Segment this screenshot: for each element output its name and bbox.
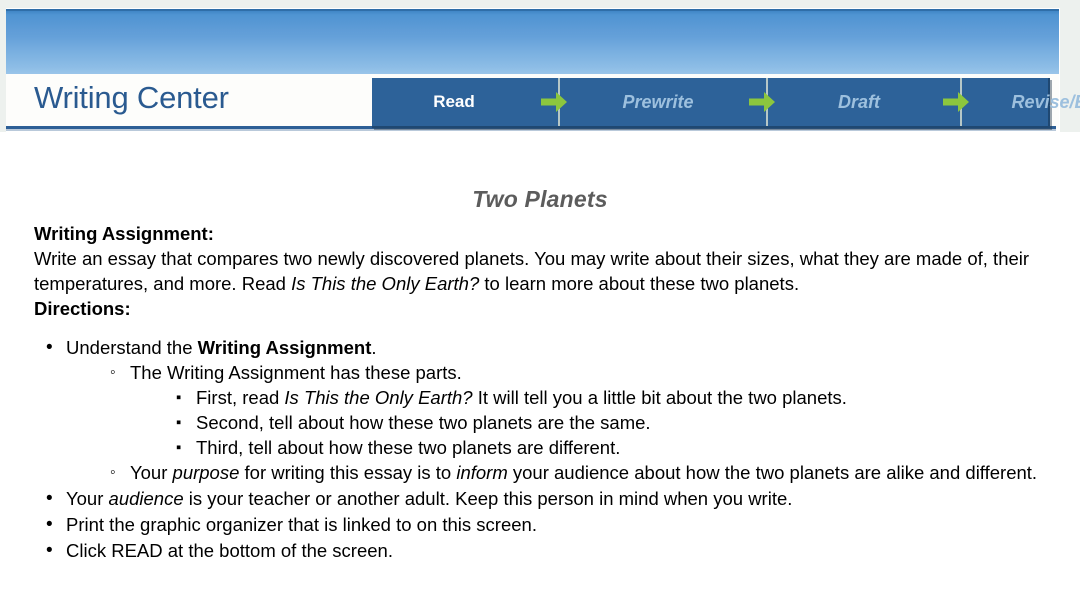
green-right-arrow-icon-2 <box>744 78 780 126</box>
audience-text-b: is your teacher or another adult. Keep t… <box>183 488 793 509</box>
purpose-text-c: your audience about how the two planets … <box>507 462 1038 483</box>
tab-prewrite-label: Prewrite <box>622 91 694 112</box>
assignment-reading-title: Is This the Only Earth? <box>291 273 480 294</box>
directions-list: Understand the Writing Assignment. The W… <box>0 335 1080 563</box>
top-banner <box>6 9 1059 75</box>
bullet-1-text-b: . <box>371 337 377 358</box>
step-first: First, read Is This the Only Earth? It w… <box>196 387 847 408</box>
header-underline-soft <box>6 129 1056 131</box>
step-first-text-b: It will tell you a little bit about the … <box>472 387 847 408</box>
list-item: Third, tell about how these two planets … <box>196 435 1040 460</box>
tab-prewrite[interactable]: Prewrite <box>572 78 744 126</box>
tab-read-label: Read <box>433 92 475 111</box>
assignment-text-part2: to learn more about these two planets. <box>479 273 800 294</box>
bullet-click-read: Click READ at the bottom of the screen. <box>66 540 393 561</box>
purpose-italic-word: purpose <box>172 462 240 483</box>
list-item: Second, tell about how these two planets… <box>196 410 1040 435</box>
audience-text-a: Your <box>66 488 109 509</box>
bullet-print-organizer: Print the graphic organizer that is link… <box>66 514 537 535</box>
step-first-text-a: First, read <box>196 387 285 408</box>
step-first-reading-title: Is This the Only Earth? <box>284 387 473 408</box>
bullet-audience: Your audience is your teacher or another… <box>66 488 792 509</box>
list-item: Print the graphic organizer that is link… <box>66 512 1040 537</box>
bullet-1-bold: Writing Assignment <box>197 337 372 358</box>
tab-draft[interactable]: Draft <box>780 78 938 126</box>
list-item: First, read Is This the Only Earth? It w… <box>196 385 1040 410</box>
inform-italic-word: inform <box>456 462 508 483</box>
tab-revise-edit-label: Revise/Edit <box>1011 91 1080 112</box>
assignment-block: Writing Assignment: Write an essay that … <box>0 221 1080 321</box>
directions-label: Directions: <box>34 296 1040 321</box>
sub-list-level2: The Writing Assignment has these parts. … <box>66 360 1040 485</box>
lesson-content: Two Planets Writing Assignment: Write an… <box>0 132 1080 615</box>
bullet-understand-assignment: Understand the Writing Assignment. <box>66 337 377 358</box>
writing-center-app: Writing Center Read Prewrite Draft Revis… <box>0 0 1080 615</box>
bullet-1-text-a: Understand the <box>66 337 198 358</box>
assignment-label: Writing Assignment: <box>34 221 1040 246</box>
step-second: Second, tell about how these two planets… <box>196 412 651 433</box>
directions-label-text: Directions: <box>34 298 131 319</box>
green-right-arrow-icon-3 <box>938 78 974 126</box>
sub-bullet-parts: The Writing Assignment has these parts. <box>130 360 1040 385</box>
tab-read[interactable]: Read <box>372 78 536 126</box>
list-item: Understand the Writing Assignment. The W… <box>66 335 1040 485</box>
list-item: Your purpose for writing this essay is t… <box>130 460 1040 485</box>
sub-bullet-purpose: Your purpose for writing this essay is t… <box>130 460 1040 485</box>
list-item: Click READ at the bottom of the screen. <box>66 538 1040 563</box>
site-brand-title: Writing Center <box>34 80 229 115</box>
assignment-paragraph: Write an essay that compares two newly d… <box>34 246 1040 296</box>
green-right-arrow-icon-1 <box>536 78 572 126</box>
list-item: Your audience is your teacher or another… <box>66 486 1040 511</box>
step-third: Third, tell about how these two planets … <box>196 437 620 458</box>
workflow-nav: Read Prewrite Draft Revise/ <box>372 78 1080 128</box>
banner-sheen <box>6 11 1059 37</box>
tab-draft-label: Draft <box>837 91 880 112</box>
assignment-label-text: Writing Assignment: <box>34 223 214 244</box>
tab-revise-edit[interactable]: Revise/Edit <box>974 78 1080 126</box>
page-title: Two Planets <box>472 186 608 212</box>
purpose-text-a: Your <box>130 462 173 483</box>
purpose-text-b: for writing this essay is to <box>239 462 457 483</box>
audience-italic-word: audience <box>108 488 184 509</box>
sub-list-level3: First, read Is This the Only Earth? It w… <box>130 385 1040 460</box>
list-item: The Writing Assignment has these parts. … <box>130 360 1040 460</box>
